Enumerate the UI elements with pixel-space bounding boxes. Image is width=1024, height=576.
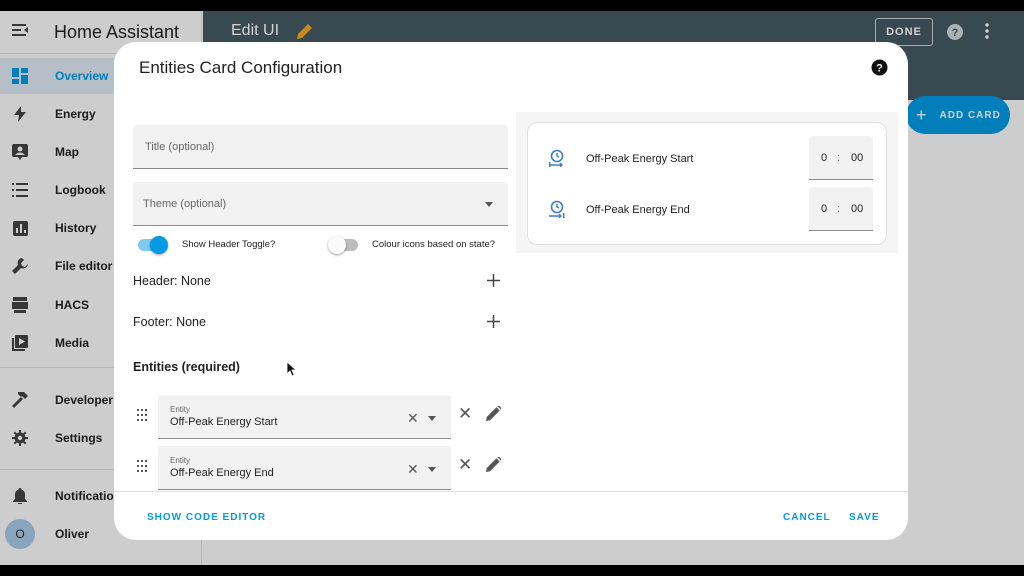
theme-select[interactable]: Theme (optional)	[133, 182, 508, 226]
svg-text:?: ?	[876, 63, 883, 75]
theme-placeholder: Theme (optional)	[143, 198, 227, 210]
cancel-button[interactable]: CANCEL	[783, 512, 831, 523]
dialog-footer-divider	[114, 491, 908, 492]
dialog-title: Entities Card Configuration	[139, 58, 343, 77]
footer-label: Footer: None	[133, 315, 206, 329]
colour-icons-toggle[interactable]	[328, 236, 358, 254]
time-minutes[interactable]: 00	[851, 203, 863, 215]
show-header-toggle[interactable]	[138, 236, 168, 254]
entity-picker[interactable]: Entity Off-Peak Energy End ✕	[158, 446, 451, 490]
time-separator: :	[837, 152, 841, 164]
drag-handle-icon[interactable]	[137, 459, 147, 477]
title-placeholder: Title (optional)	[145, 141, 215, 153]
entity-row-name[interactable]: Off-Peak Energy End	[586, 204, 690, 216]
help-icon[interactable]: ?	[871, 59, 888, 81]
dropdown-arrow-icon	[485, 202, 493, 207]
entity-field-label: Entity	[170, 405, 191, 414]
time-minutes[interactable]: 00	[851, 152, 863, 164]
time-input[interactable]: 0 : 00	[809, 136, 873, 180]
add-header-plus-icon[interactable]	[487, 274, 500, 292]
time-separator: :	[837, 203, 841, 215]
show-header-toggle-label: Show Header Toggle?	[182, 239, 276, 250]
entity-field-value: Off-Peak Energy Start	[170, 416, 278, 428]
time-hours[interactable]: 0	[821, 203, 827, 215]
add-footer-plus-icon[interactable]	[487, 315, 500, 333]
clock-start-icon	[548, 149, 566, 172]
remove-entity-icon[interactable]: ✕	[458, 455, 472, 475]
mouse-cursor-icon	[286, 361, 298, 381]
save-button[interactable]: SAVE	[849, 512, 880, 523]
entity-picker[interactable]: Entity Off-Peak Energy Start ✕	[158, 395, 451, 439]
clear-icon[interactable]: ✕	[407, 461, 419, 478]
show-code-editor-button[interactable]: SHOW CODE EDITOR	[147, 512, 266, 523]
entities-section-title: Entities (required)	[133, 360, 240, 374]
dropdown-arrow-icon[interactable]	[428, 467, 436, 472]
entity-row-name[interactable]: Off-Peak Energy Start	[586, 153, 693, 165]
title-input[interactable]: Title (optional)	[133, 125, 508, 169]
entities-card-dialog: Entities Card Configuration ? Title (opt…	[114, 42, 908, 540]
toggle-knob	[150, 236, 168, 254]
header-label: Header: None	[133, 274, 211, 288]
colour-icons-toggle-label: Colour icons based on state?	[372, 239, 496, 250]
time-hours[interactable]: 0	[821, 152, 827, 164]
remove-entity-icon[interactable]: ✕	[458, 404, 472, 424]
entity-field-value: Off-Peak Energy End	[170, 467, 274, 479]
edit-entity-icon[interactable]	[486, 456, 502, 477]
clear-icon[interactable]: ✕	[407, 410, 419, 427]
drag-handle-icon[interactable]	[137, 408, 147, 426]
entities-card-preview: Off-Peak Energy Start 0 : 00 Off-Peak En…	[527, 122, 887, 245]
toggle-knob	[328, 236, 346, 254]
clock-end-icon	[548, 200, 566, 223]
time-input[interactable]: 0 : 00	[809, 187, 873, 231]
screen: Home Assistant Overview Energy Map Logbo…	[0, 11, 1024, 565]
dropdown-arrow-icon[interactable]	[428, 416, 436, 421]
entity-field-label: Entity	[170, 456, 191, 465]
edit-entity-icon[interactable]	[486, 405, 502, 426]
